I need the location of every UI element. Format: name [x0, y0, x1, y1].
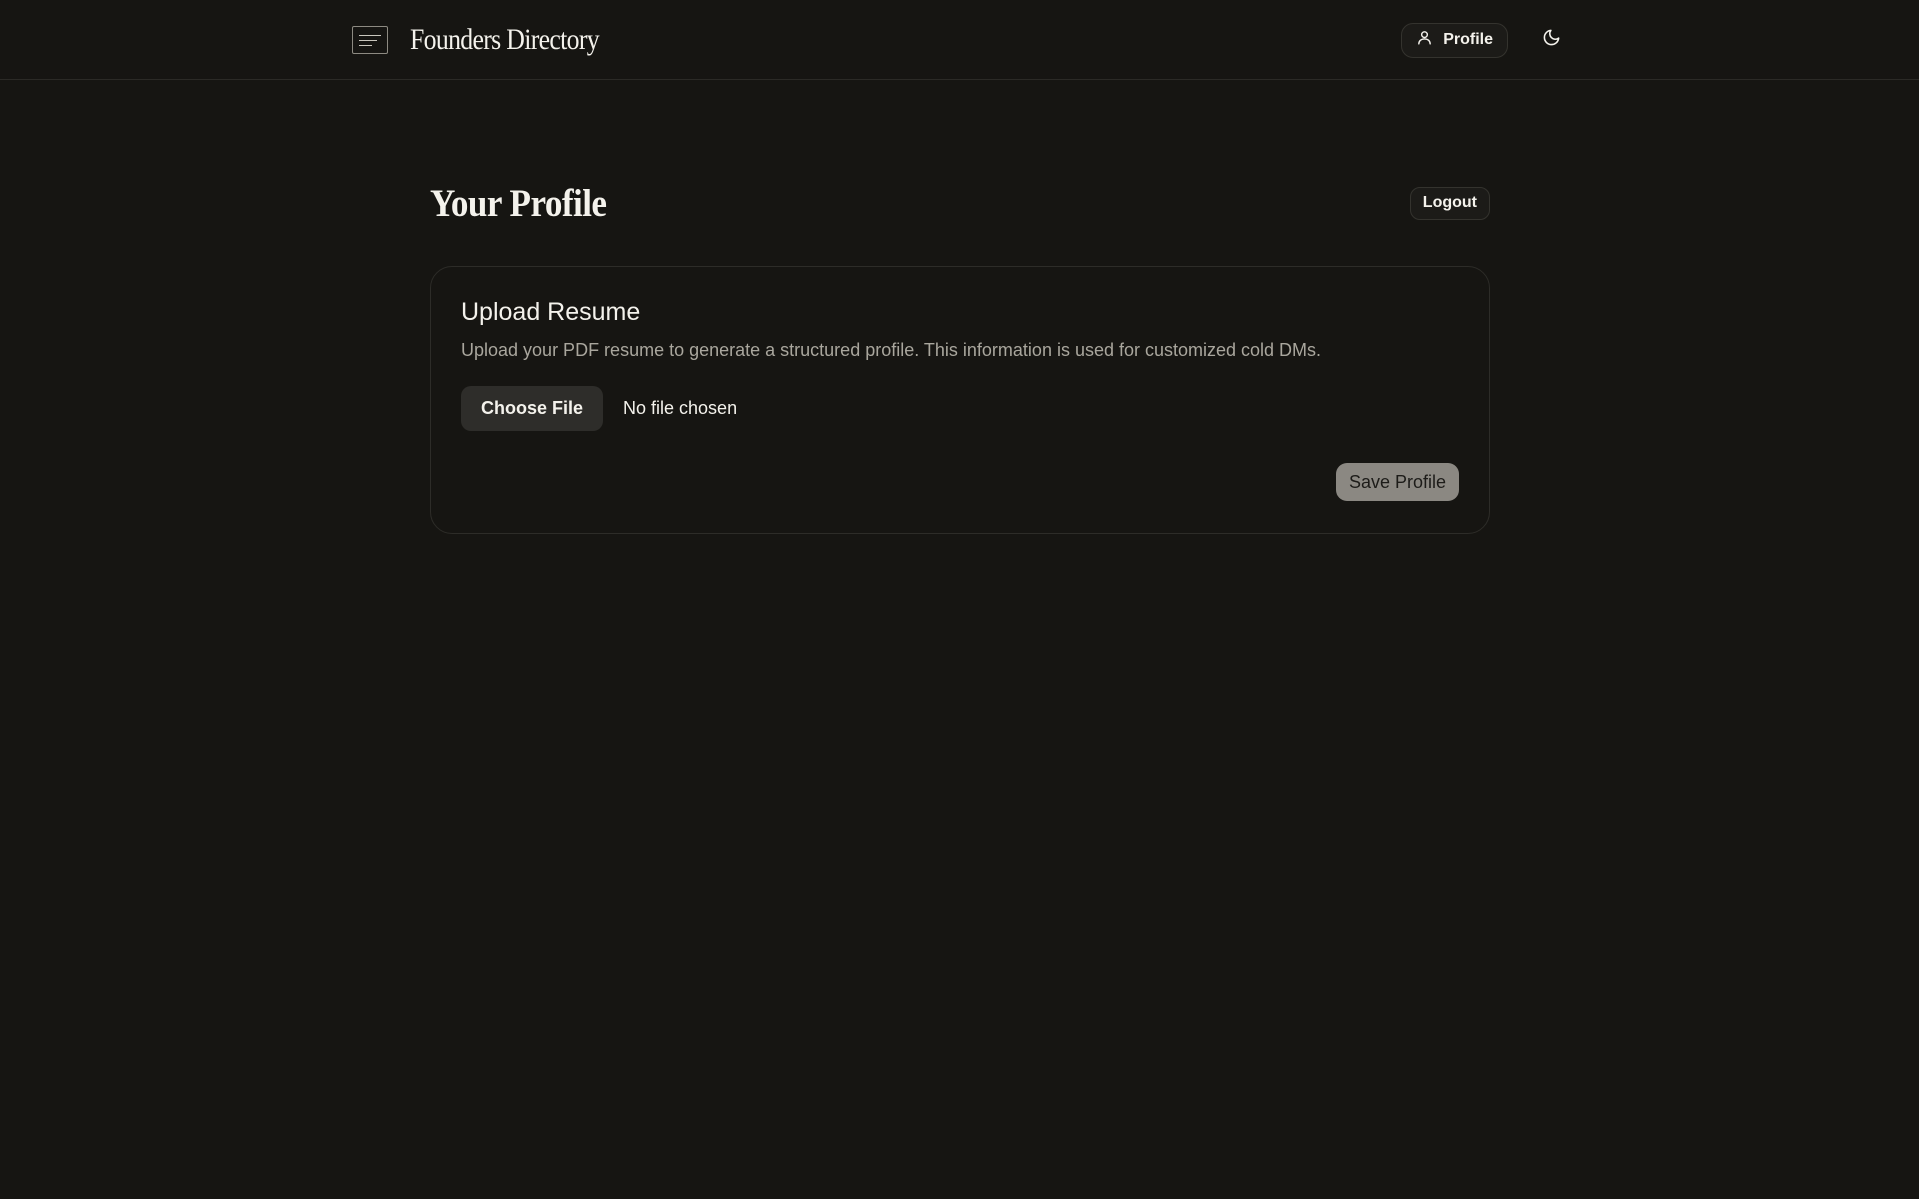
file-input-row[interactable]: Choose File No file chosen: [461, 386, 1459, 432]
main-content: Your Profile Logout Upload Resume Upload…: [430, 180, 1490, 534]
brand[interactable]: Founders Directory: [352, 23, 630, 57]
upload-resume-description: Upload your PDF resume to generate a str…: [461, 340, 1322, 360]
upload-resume-title: Upload Resume: [461, 298, 641, 326]
moon-icon: [1542, 28, 1561, 52]
menu-lines-icon[interactable]: [352, 26, 388, 54]
top-navigation-bar: Founders Directory Profile: [0, 0, 1919, 80]
profile-button-label: Profile: [1443, 31, 1493, 48]
theme-toggle-button[interactable]: [1534, 23, 1568, 57]
top-navigation-content: Founders Directory Profile: [352, 0, 1568, 80]
header-actions: Profile: [1401, 22, 1568, 58]
logout-button[interactable]: Logout: [1409, 186, 1490, 220]
user-icon: [1416, 29, 1433, 51]
upload-resume-card: Upload Resume Upload your PDF resume to …: [430, 266, 1490, 534]
page-title: Your Profile: [430, 181, 607, 225]
brand-name[interactable]: Founders Directory: [410, 23, 600, 57]
page-title-row: Your Profile Logout: [430, 180, 1490, 226]
choose-file-button[interactable]: Choose File: [461, 386, 604, 432]
profile-button[interactable]: Profile: [1401, 22, 1508, 58]
save-profile-button[interactable]: Save Profile: [1335, 463, 1459, 501]
file-status-text: No file chosen: [623, 398, 738, 419]
